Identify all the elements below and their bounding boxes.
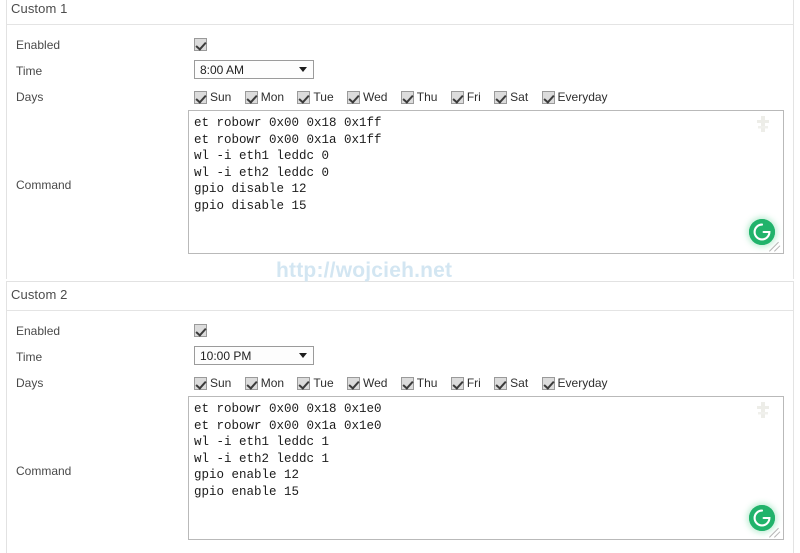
command-text: et robowr 0x00 0x18 0x1ff et robowr 0x00… xyxy=(194,116,382,213)
day-label: Fri xyxy=(466,90,481,105)
day-label: Thu xyxy=(416,90,438,105)
day-checkbox-sun[interactable]: Sun xyxy=(194,89,231,104)
checkbox-box xyxy=(400,90,414,104)
day-checkbox-fri[interactable]: Fri xyxy=(450,375,481,391)
row-label-time: Time xyxy=(16,350,43,364)
day-label: Sat xyxy=(510,376,529,391)
time-select[interactable]: 8:00 AM xyxy=(194,60,314,79)
day-label: Fri xyxy=(466,376,481,391)
row-days: Days Sun Mon Tue Wed Thu Fri Sat Everyda… xyxy=(7,371,793,397)
time-select[interactable]: 10:00 PM xyxy=(194,346,314,365)
day-label: Everyday xyxy=(557,90,608,105)
section-rows: Enabled Time 10:00 PM Days Sun Mon Tue W… xyxy=(7,311,793,553)
row-enabled: Enabled xyxy=(7,319,793,345)
section-rows: Enabled Time 8:00 AM Days Sun Mon Tue We… xyxy=(7,25,793,279)
checkbox-box xyxy=(346,90,360,104)
time-select-value: 8:00 AM xyxy=(200,63,245,77)
resize-handle-icon[interactable] xyxy=(769,525,782,538)
checkbox-box xyxy=(297,90,311,104)
day-checkbox-everyday[interactable]: Everyday xyxy=(541,89,608,105)
checkbox-box xyxy=(450,376,464,390)
command-text: et robowr 0x00 0x18 0x1e0 et robowr 0x00… xyxy=(194,402,382,499)
row-label-days: Days xyxy=(16,376,44,390)
checkbox-box xyxy=(494,90,508,104)
row-time: Time 8:00 AM xyxy=(7,59,793,85)
checkbox-box xyxy=(346,376,360,390)
row-enabled: Enabled xyxy=(7,33,793,59)
day-label: Sun xyxy=(210,376,232,391)
checkbox-box xyxy=(297,376,311,390)
day-label: Mon xyxy=(260,90,285,105)
command-textarea[interactable]: et robowr 0x00 0x18 0x1e0 et robowr 0x00… xyxy=(188,396,784,540)
day-label: Sat xyxy=(510,90,529,105)
row-label-enabled: Enabled xyxy=(16,324,61,338)
day-checkbox-fri[interactable]: Fri xyxy=(450,89,481,105)
day-label: Tue xyxy=(313,376,334,391)
day-checkbox-thu[interactable]: Thu xyxy=(400,89,438,105)
day-label: Everyday xyxy=(557,376,608,391)
day-checkbox-mon[interactable]: Mon xyxy=(244,375,285,391)
day-label: Sun xyxy=(210,90,232,105)
day-checkbox-sat[interactable]: Sat xyxy=(494,375,528,390)
checkbox-box xyxy=(244,90,258,104)
checkbox-box xyxy=(194,376,207,390)
day-label: Tue xyxy=(313,90,334,105)
enabled-checkbox[interactable] xyxy=(194,324,207,337)
chevron-down-icon xyxy=(299,353,307,358)
placeholder-glyph-icon xyxy=(755,115,771,133)
checkbox-box xyxy=(450,90,464,104)
row-label-days: Days xyxy=(16,90,44,104)
row-label-enabled: Enabled xyxy=(16,38,61,52)
checkbox-box xyxy=(244,376,258,390)
days-checkbox-group: Sun Mon Tue Wed Thu Fri Sat Everyday xyxy=(194,89,618,104)
row-label-time: Time xyxy=(16,64,43,78)
row-label-command: Command xyxy=(16,178,72,192)
day-checkbox-wed[interactable]: Wed xyxy=(346,375,388,391)
day-checkbox-sun[interactable]: Sun xyxy=(194,375,231,390)
checkbox-box xyxy=(194,90,207,104)
day-label: Wed xyxy=(362,90,388,105)
day-checkbox-mon[interactable]: Mon xyxy=(244,89,285,105)
day-checkbox-tue[interactable]: Tue xyxy=(297,89,334,105)
checkbox-box xyxy=(400,376,414,390)
checkbox-box xyxy=(541,90,555,104)
time-select-value: 10:00 PM xyxy=(200,349,252,363)
section-title: Custom 1 xyxy=(11,1,68,16)
section-custom-1: Custom 1 Enabled Time 8:00 AM Days Sun M… xyxy=(6,0,794,279)
section-title: Custom 2 xyxy=(11,287,68,302)
row-label-command: Command xyxy=(16,464,72,478)
enabled-checkbox[interactable] xyxy=(194,38,207,51)
checkbox-box xyxy=(541,376,555,390)
row-time: Time 10:00 PM xyxy=(7,345,793,371)
day-checkbox-thu[interactable]: Thu xyxy=(400,375,438,391)
resize-handle-icon[interactable] xyxy=(769,239,782,252)
row-days: Days Sun Mon Tue Wed Thu Fri Sat Everyda… xyxy=(7,85,793,111)
day-checkbox-everyday[interactable]: Everyday xyxy=(541,375,608,391)
day-checkbox-sat[interactable]: Sat xyxy=(494,89,528,104)
command-textarea[interactable]: et robowr 0x00 0x18 0x1ff et robowr 0x00… xyxy=(188,110,784,254)
placeholder-glyph-icon xyxy=(755,401,771,419)
day-checkbox-tue[interactable]: Tue xyxy=(297,375,334,391)
chevron-down-icon xyxy=(299,67,307,72)
day-checkbox-wed[interactable]: Wed xyxy=(346,89,388,105)
days-checkbox-group: Sun Mon Tue Wed Thu Fri Sat Everyday xyxy=(194,375,618,390)
day-label: Thu xyxy=(416,376,438,391)
checkbox-box xyxy=(494,376,508,390)
day-label: Mon xyxy=(260,376,285,391)
section-custom-2: Custom 2 Enabled Time 10:00 PM Days Sun xyxy=(6,281,794,553)
day-label: Wed xyxy=(362,376,388,391)
settings-page: Custom 1 Enabled Time 8:00 AM Days Sun M… xyxy=(0,0,800,553)
